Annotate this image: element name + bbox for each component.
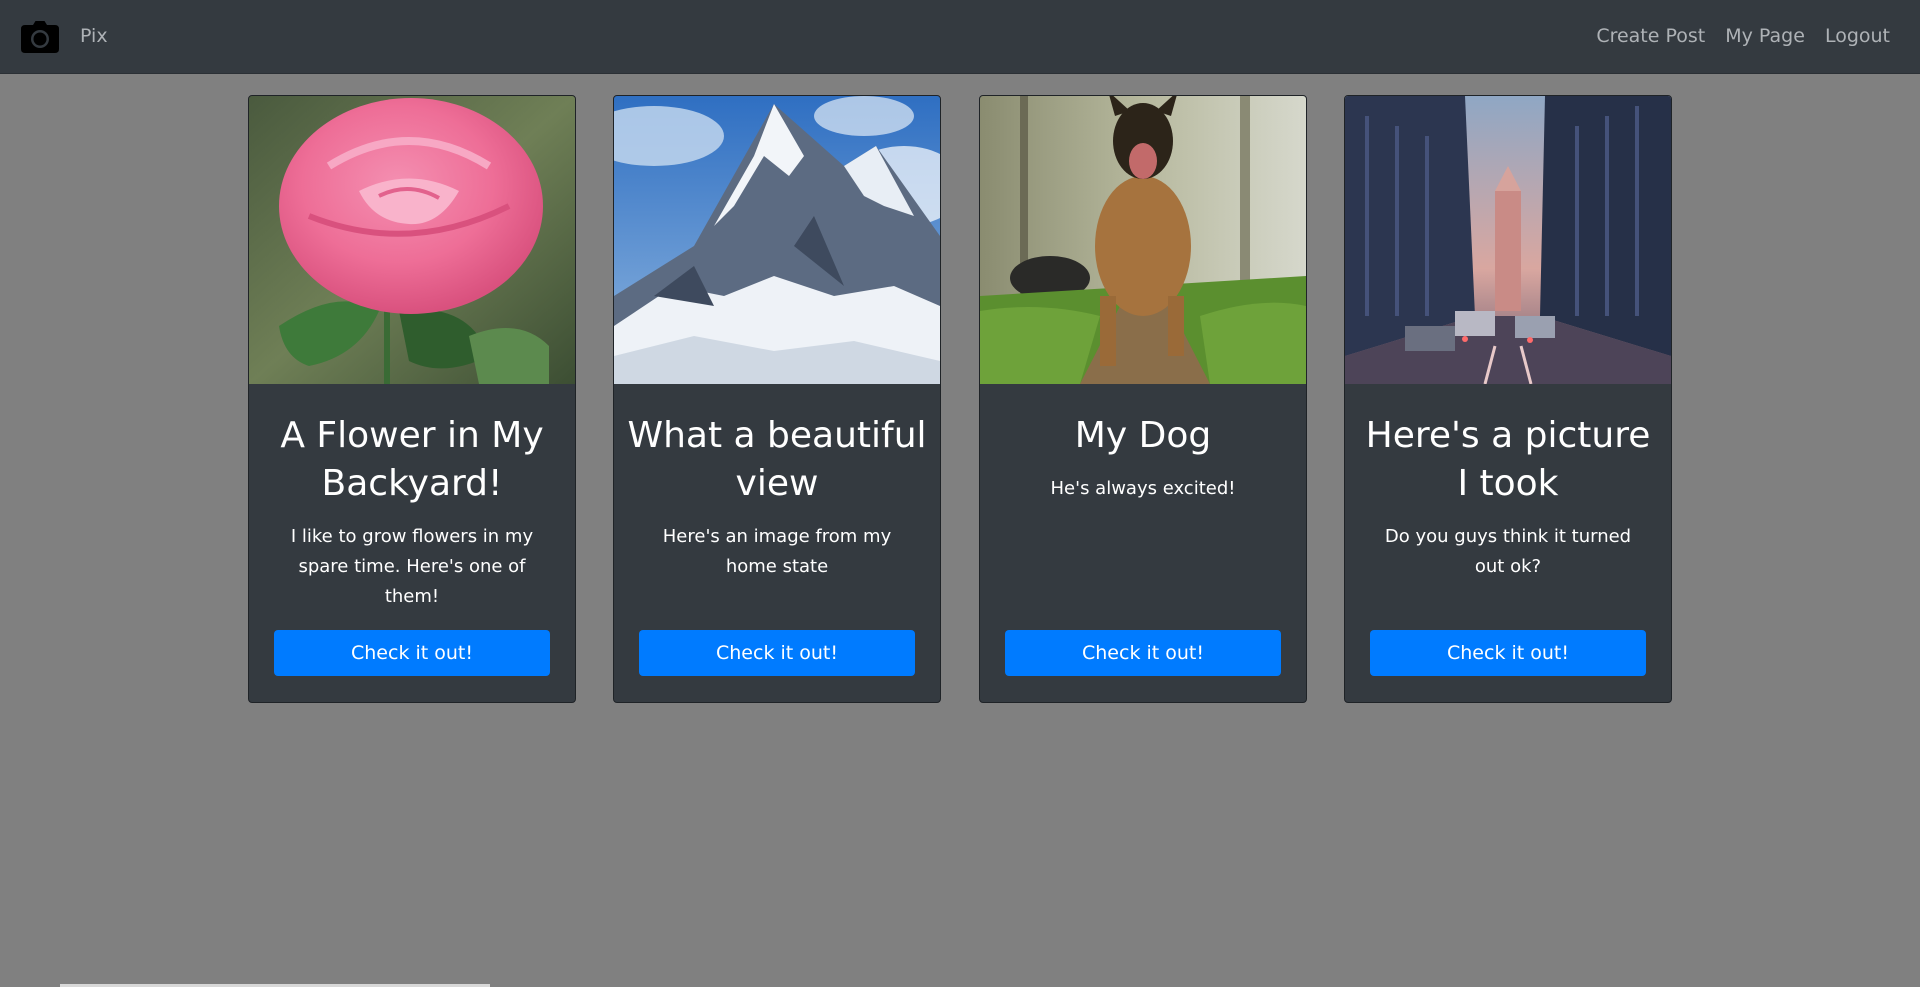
create-post-link[interactable]: Create Post xyxy=(1596,25,1705,47)
post-text: Here's an image from my home state xyxy=(662,526,892,577)
nav-links: Create Post My Page Logout xyxy=(1596,25,1890,47)
post-title: What a beautiful view xyxy=(627,415,927,504)
post-image-mountain xyxy=(614,96,940,384)
check-it-out-button[interactable]: Check it out! xyxy=(274,630,550,676)
brand-link[interactable]: Pix xyxy=(80,25,108,47)
camera-icon[interactable] xyxy=(21,21,59,53)
post-card: A Flower in My Backyard! I like to grow … xyxy=(248,95,576,703)
post-title: My Dog xyxy=(1074,415,1212,456)
post-image-city xyxy=(1345,96,1671,384)
post-text: I like to grow flowers in my spare time.… xyxy=(290,526,534,607)
my-page-link[interactable]: My Page xyxy=(1725,25,1805,47)
post-title: A Flower in My Backyard! xyxy=(280,415,544,504)
check-it-out-button[interactable]: Check it out! xyxy=(639,630,915,676)
post-image-rose xyxy=(249,96,575,384)
post-text: Do you guys think it turned out ok? xyxy=(1384,526,1632,577)
post-title: Here's a picture I took xyxy=(1365,415,1651,504)
post-card: Here's a picture I took Do you guys thin… xyxy=(1344,95,1672,703)
post-image-dog xyxy=(980,96,1306,384)
post-card: My Dog He's always excited! Check it out… xyxy=(979,95,1307,703)
check-it-out-button[interactable]: Check it out! xyxy=(1370,630,1646,676)
logout-link[interactable]: Logout xyxy=(1825,25,1890,47)
check-it-out-button[interactable]: Check it out! xyxy=(1005,630,1281,676)
post-text: He's always excited! xyxy=(1050,478,1236,499)
post-card: What a beautiful view Here's an image fr… xyxy=(613,95,941,703)
navbar: Pix Create Post My Page Logout xyxy=(0,0,1920,74)
